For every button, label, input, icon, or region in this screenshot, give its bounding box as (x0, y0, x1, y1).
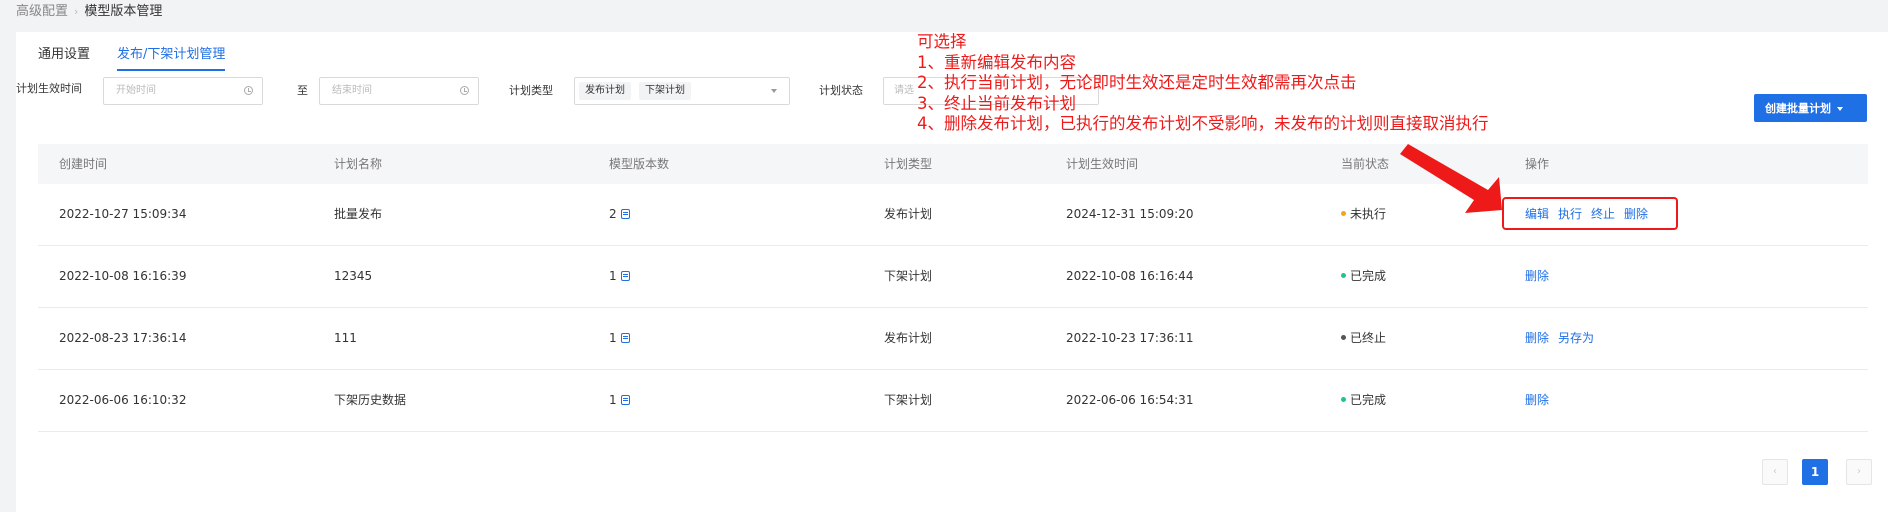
annotation-line: 4、删除发布计划，已执行的发布计划不受影响，未发布的计划则直接取消执行 (917, 114, 1489, 133)
cell-actions: 删除 另存为 (1525, 308, 1603, 368)
cell-plan-type: 下架计划 (884, 393, 933, 407)
cell-plan-type: 下架计划 (884, 269, 933, 283)
status-text: 已终止 (1350, 331, 1387, 345)
cell-effective-time: 2022-10-08 16:16:44 (1066, 269, 1194, 283)
chevron-left-icon[interactable]: ‹ (1762, 459, 1788, 485)
status-dot-icon (1341, 335, 1346, 340)
table-header: 创建时间 计划名称 模型版本数 计划类型 计划生效时间 当前状态 操作 (38, 144, 1868, 184)
cell-actions: 删除 (1525, 246, 1558, 306)
cell-plan-name: 批量发布 (334, 207, 383, 221)
caret-down-icon (1837, 107, 1843, 111)
cell-version-count: 2 (609, 184, 630, 244)
cell-created-time: 2022-06-06 16:10:32 (59, 393, 187, 407)
plan-type-label: 计划类型 (509, 84, 553, 97)
effective-time-label: 计划生效时间 (16, 82, 82, 95)
delete-link[interactable]: 删除 (1525, 393, 1549, 407)
table-row: 2022-10-08 16:16:39 12345 1 下架计划 2022-10… (38, 246, 1868, 308)
annotation-note: 可选择 1、重新编辑发布内容 2、执行当前计划，无论即时生效还是定时生效都需再次… (917, 32, 1489, 135)
column-header-created-time: 创建时间 (59, 157, 108, 171)
annotation-highlight-box (1502, 197, 1678, 230)
cell-plan-name: 12345 (334, 269, 373, 283)
cell-version-count: 1 (609, 246, 630, 306)
cell-plan-type: 发布计划 (884, 207, 933, 221)
cell-effective-time: 2022-06-06 16:54:31 (1066, 393, 1194, 407)
status-text: 未执行 (1350, 207, 1387, 221)
version-count-value: 1 (609, 393, 617, 407)
annotation-line: 2、执行当前计划，无论即时生效还是定时生效都需再次点击 (917, 73, 1357, 92)
cell-plan-type: 发布计划 (884, 331, 933, 345)
column-header-plan-type: 计划类型 (884, 157, 933, 171)
plan-status-placeholder: 请选 (894, 85, 914, 96)
column-header-plan-name: 计划名称 (334, 157, 383, 171)
version-count-value: 1 (609, 269, 617, 283)
end-time-placeholder: 结束时间 (332, 85, 372, 96)
plan-type-select[interactable]: 发布计划 下架计划 (574, 77, 790, 105)
breadcrumb-current: 模型版本管理 (84, 4, 163, 19)
status-dot-icon (1341, 397, 1346, 402)
status-text: 已完成 (1350, 393, 1387, 407)
cell-status: 未执行 (1341, 184, 1386, 244)
delete-link[interactable]: 删除 (1525, 269, 1549, 283)
clock-icon (244, 86, 253, 95)
table-row: 2022-06-06 16:10:32 下架历史数据 1 下架计划 2022-0… (38, 370, 1868, 432)
plan-table: 创建时间 计划名称 模型版本数 计划类型 计划生效时间 当前状态 操作 2022… (38, 144, 1868, 432)
create-batch-plan-button[interactable]: 创建批量计划 (1754, 94, 1867, 122)
cell-plan-name: 111 (334, 331, 357, 345)
start-time-input[interactable]: 开始时间 (103, 77, 263, 105)
page-button-current[interactable]: 1 (1802, 459, 1828, 485)
cell-status: 已完成 (1341, 370, 1386, 430)
breadcrumb-parent[interactable]: 高级配置 (16, 4, 68, 19)
cell-effective-time: 2022-10-23 17:36:11 (1066, 331, 1194, 345)
column-header-status: 当前状态 (1341, 157, 1390, 171)
start-time-placeholder: 开始时间 (116, 85, 156, 96)
table-row: 2022-08-23 17:36:14 111 1 发布计划 2022-10-2… (38, 308, 1868, 370)
save-as-link[interactable]: 另存为 (1558, 331, 1594, 345)
cell-actions: 删除 (1525, 370, 1558, 430)
delete-link[interactable]: 删除 (1525, 331, 1549, 345)
chevron-down-icon (771, 89, 777, 93)
document-list-icon[interactable] (620, 333, 630, 343)
column-header-effective-time: 计划生效时间 (1066, 157, 1139, 171)
column-header-version-count: 模型版本数 (609, 157, 670, 171)
plan-type-tag-offline[interactable]: 下架计划 (639, 82, 691, 100)
status-dot-icon (1341, 273, 1346, 278)
cell-effective-time: 2024-12-31 15:09:20 (1066, 207, 1194, 221)
cell-created-time: 2022-08-23 17:36:14 (59, 331, 187, 345)
tab-publish-plan-management[interactable]: 发布/下架计划管理 (117, 46, 226, 71)
cell-version-count: 1 (609, 308, 630, 368)
end-time-input[interactable]: 结束时间 (319, 77, 479, 105)
cell-version-count: 1 (609, 370, 630, 430)
clock-icon (460, 86, 469, 95)
version-count-value: 1 (609, 331, 617, 345)
document-list-icon[interactable] (620, 209, 630, 219)
version-count-value: 2 (609, 207, 617, 221)
breadcrumb: 高级配置 › 模型版本管理 (16, 3, 162, 21)
plan-status-label: 计划状态 (819, 84, 863, 97)
breadcrumb-separator-icon: › (74, 5, 79, 18)
cell-status: 已完成 (1341, 246, 1386, 306)
cell-created-time: 2022-10-08 16:16:39 (59, 269, 187, 283)
range-separator: 至 (297, 84, 308, 97)
column-header-actions: 操作 (1525, 157, 1550, 171)
create-batch-plan-label: 创建批量计划 (1765, 102, 1831, 115)
annotation-line: 1、重新编辑发布内容 (917, 52, 1076, 72)
document-list-icon[interactable] (620, 395, 630, 405)
cell-status: 已终止 (1341, 308, 1386, 368)
tab-general-settings[interactable]: 通用设置 (38, 46, 90, 64)
cell-plan-name: 下架历史数据 (334, 393, 407, 407)
chevron-right-icon[interactable]: › (1846, 459, 1872, 485)
annotation-line: 3、终止当前发布计划 (917, 93, 1076, 113)
plan-type-tag-publish[interactable]: 发布计划 (579, 82, 631, 100)
status-dot-icon (1341, 211, 1346, 216)
annotation-line: 可选择 (917, 32, 967, 51)
status-text: 已完成 (1350, 269, 1387, 283)
document-list-icon[interactable] (620, 271, 630, 281)
cell-created-time: 2022-10-27 15:09:34 (59, 207, 187, 221)
